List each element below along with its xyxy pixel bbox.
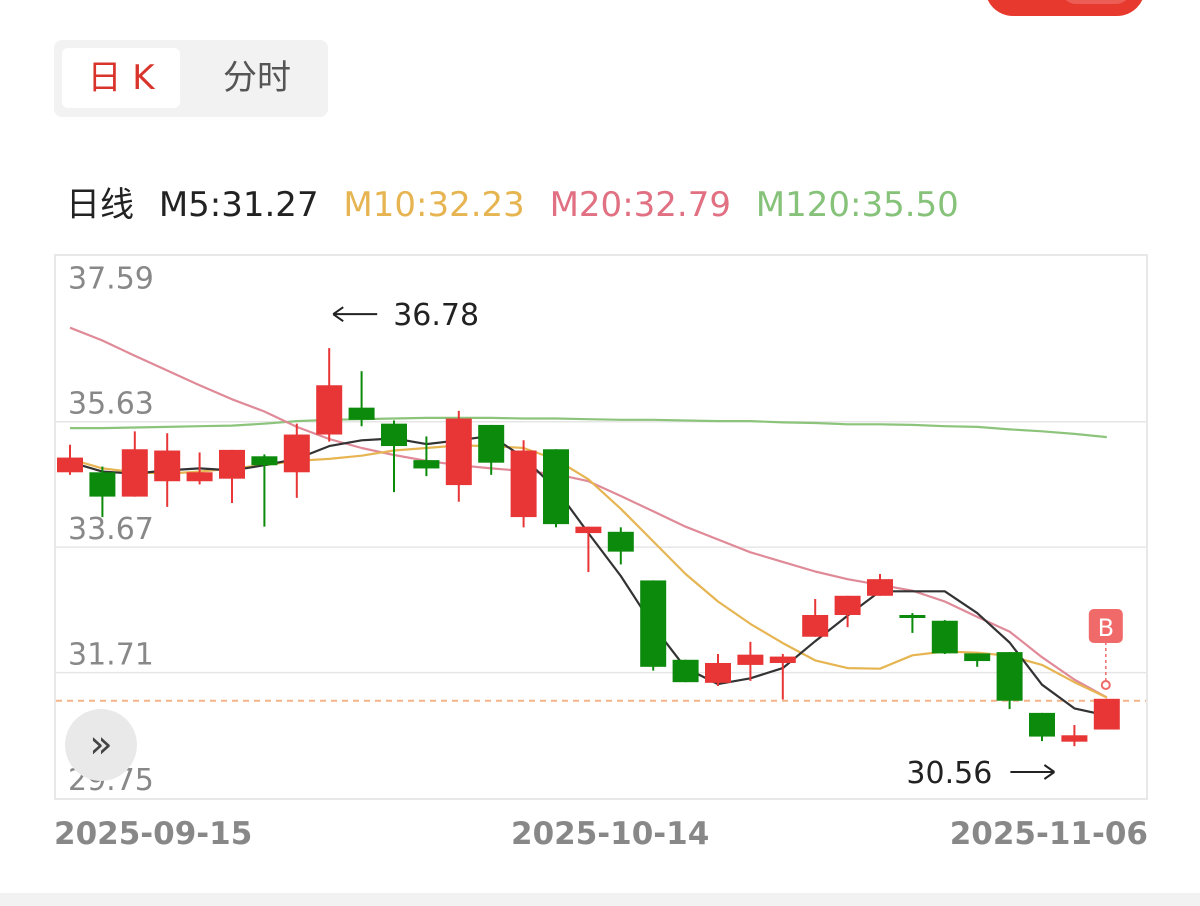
signal-label: B: [1098, 614, 1114, 642]
candle-body: [802, 614, 829, 637]
candle-body: [154, 450, 181, 482]
candle-body: [219, 449, 245, 479]
candle-body: [867, 579, 893, 596]
candle: [769, 654, 796, 700]
candle-body: [672, 659, 699, 683]
candle: [931, 620, 958, 655]
high-label: 36.78: [393, 298, 479, 333]
candle-body: [413, 460, 440, 469]
y-tick-label: 33.67: [68, 512, 154, 547]
candle-body: [121, 449, 148, 497]
candle: [640, 580, 667, 671]
signal-dot: [1100, 680, 1111, 690]
candlestick-chart: 37.5935.6333.6731.7129.7536.7830.56B2025…: [54, 261, 1148, 852]
candle-body: [186, 472, 213, 482]
bottom-bar: [0, 893, 1200, 906]
candle-body: [705, 662, 731, 683]
candle: [348, 371, 375, 427]
candle: [1061, 725, 1088, 747]
candle-body: [737, 654, 764, 665]
x-tick-label: 2025-11-06: [950, 816, 1148, 852]
candle-body: [575, 526, 602, 534]
candle: [705, 654, 731, 687]
candle: [899, 613, 926, 633]
candle-body: [931, 620, 958, 654]
candle-body: [445, 418, 472, 486]
candle-body: [89, 472, 116, 497]
y-tick-label: 37.59: [68, 261, 154, 296]
buy-signal-marker: B: [1088, 609, 1123, 690]
y-tick-label: 35.63: [68, 387, 154, 422]
candle-body: [769, 656, 796, 663]
candle-body: [996, 652, 1023, 701]
candle-body: [251, 456, 278, 466]
candle: [445, 410, 472, 502]
candle-body: [640, 580, 667, 667]
expand-button[interactable]: »: [65, 709, 137, 781]
candle: [543, 449, 569, 528]
candle-body: [478, 424, 505, 463]
candle-body: [899, 614, 926, 618]
low-label: 30.56: [906, 756, 992, 791]
candle: [607, 527, 634, 565]
candle: [89, 466, 116, 518]
candle: [867, 574, 893, 596]
candle: [996, 652, 1023, 710]
candle: [672, 659, 699, 683]
candle-body: [543, 449, 569, 525]
candle-body: [283, 434, 310, 473]
candle: [316, 348, 343, 442]
candle-body: [348, 407, 375, 420]
candle: [251, 454, 278, 527]
high-arrow: [332, 306, 378, 322]
candle: [510, 440, 537, 528]
x-tick-label: 2025-10-14: [511, 816, 709, 852]
candle: [57, 444, 83, 475]
candle-body: [381, 423, 407, 447]
candle: [219, 449, 245, 504]
candle: [1029, 712, 1055, 742]
candle: [121, 431, 148, 497]
candle-body: [510, 450, 537, 518]
candle-body: [607, 531, 634, 552]
x-tick-label: 2025-09-15: [54, 816, 252, 852]
candle: [802, 598, 829, 637]
candle-body: [316, 385, 343, 435]
candle: [575, 526, 602, 573]
candle: [964, 653, 991, 667]
candle-body: [964, 653, 991, 662]
candle-body: [1093, 698, 1120, 730]
candle: [283, 423, 310, 498]
candle: [154, 433, 181, 507]
ma120-line: [70, 416, 1107, 439]
candle-body: [834, 595, 861, 615]
candle-body: [57, 457, 83, 473]
y-tick-label: 31.71: [68, 638, 154, 673]
low-arrow: [1010, 764, 1055, 780]
candle-body: [1061, 735, 1088, 742]
candle-body: [1029, 712, 1055, 737]
candle: [1093, 698, 1120, 730]
double-chevron-right-icon: »: [89, 722, 113, 766]
